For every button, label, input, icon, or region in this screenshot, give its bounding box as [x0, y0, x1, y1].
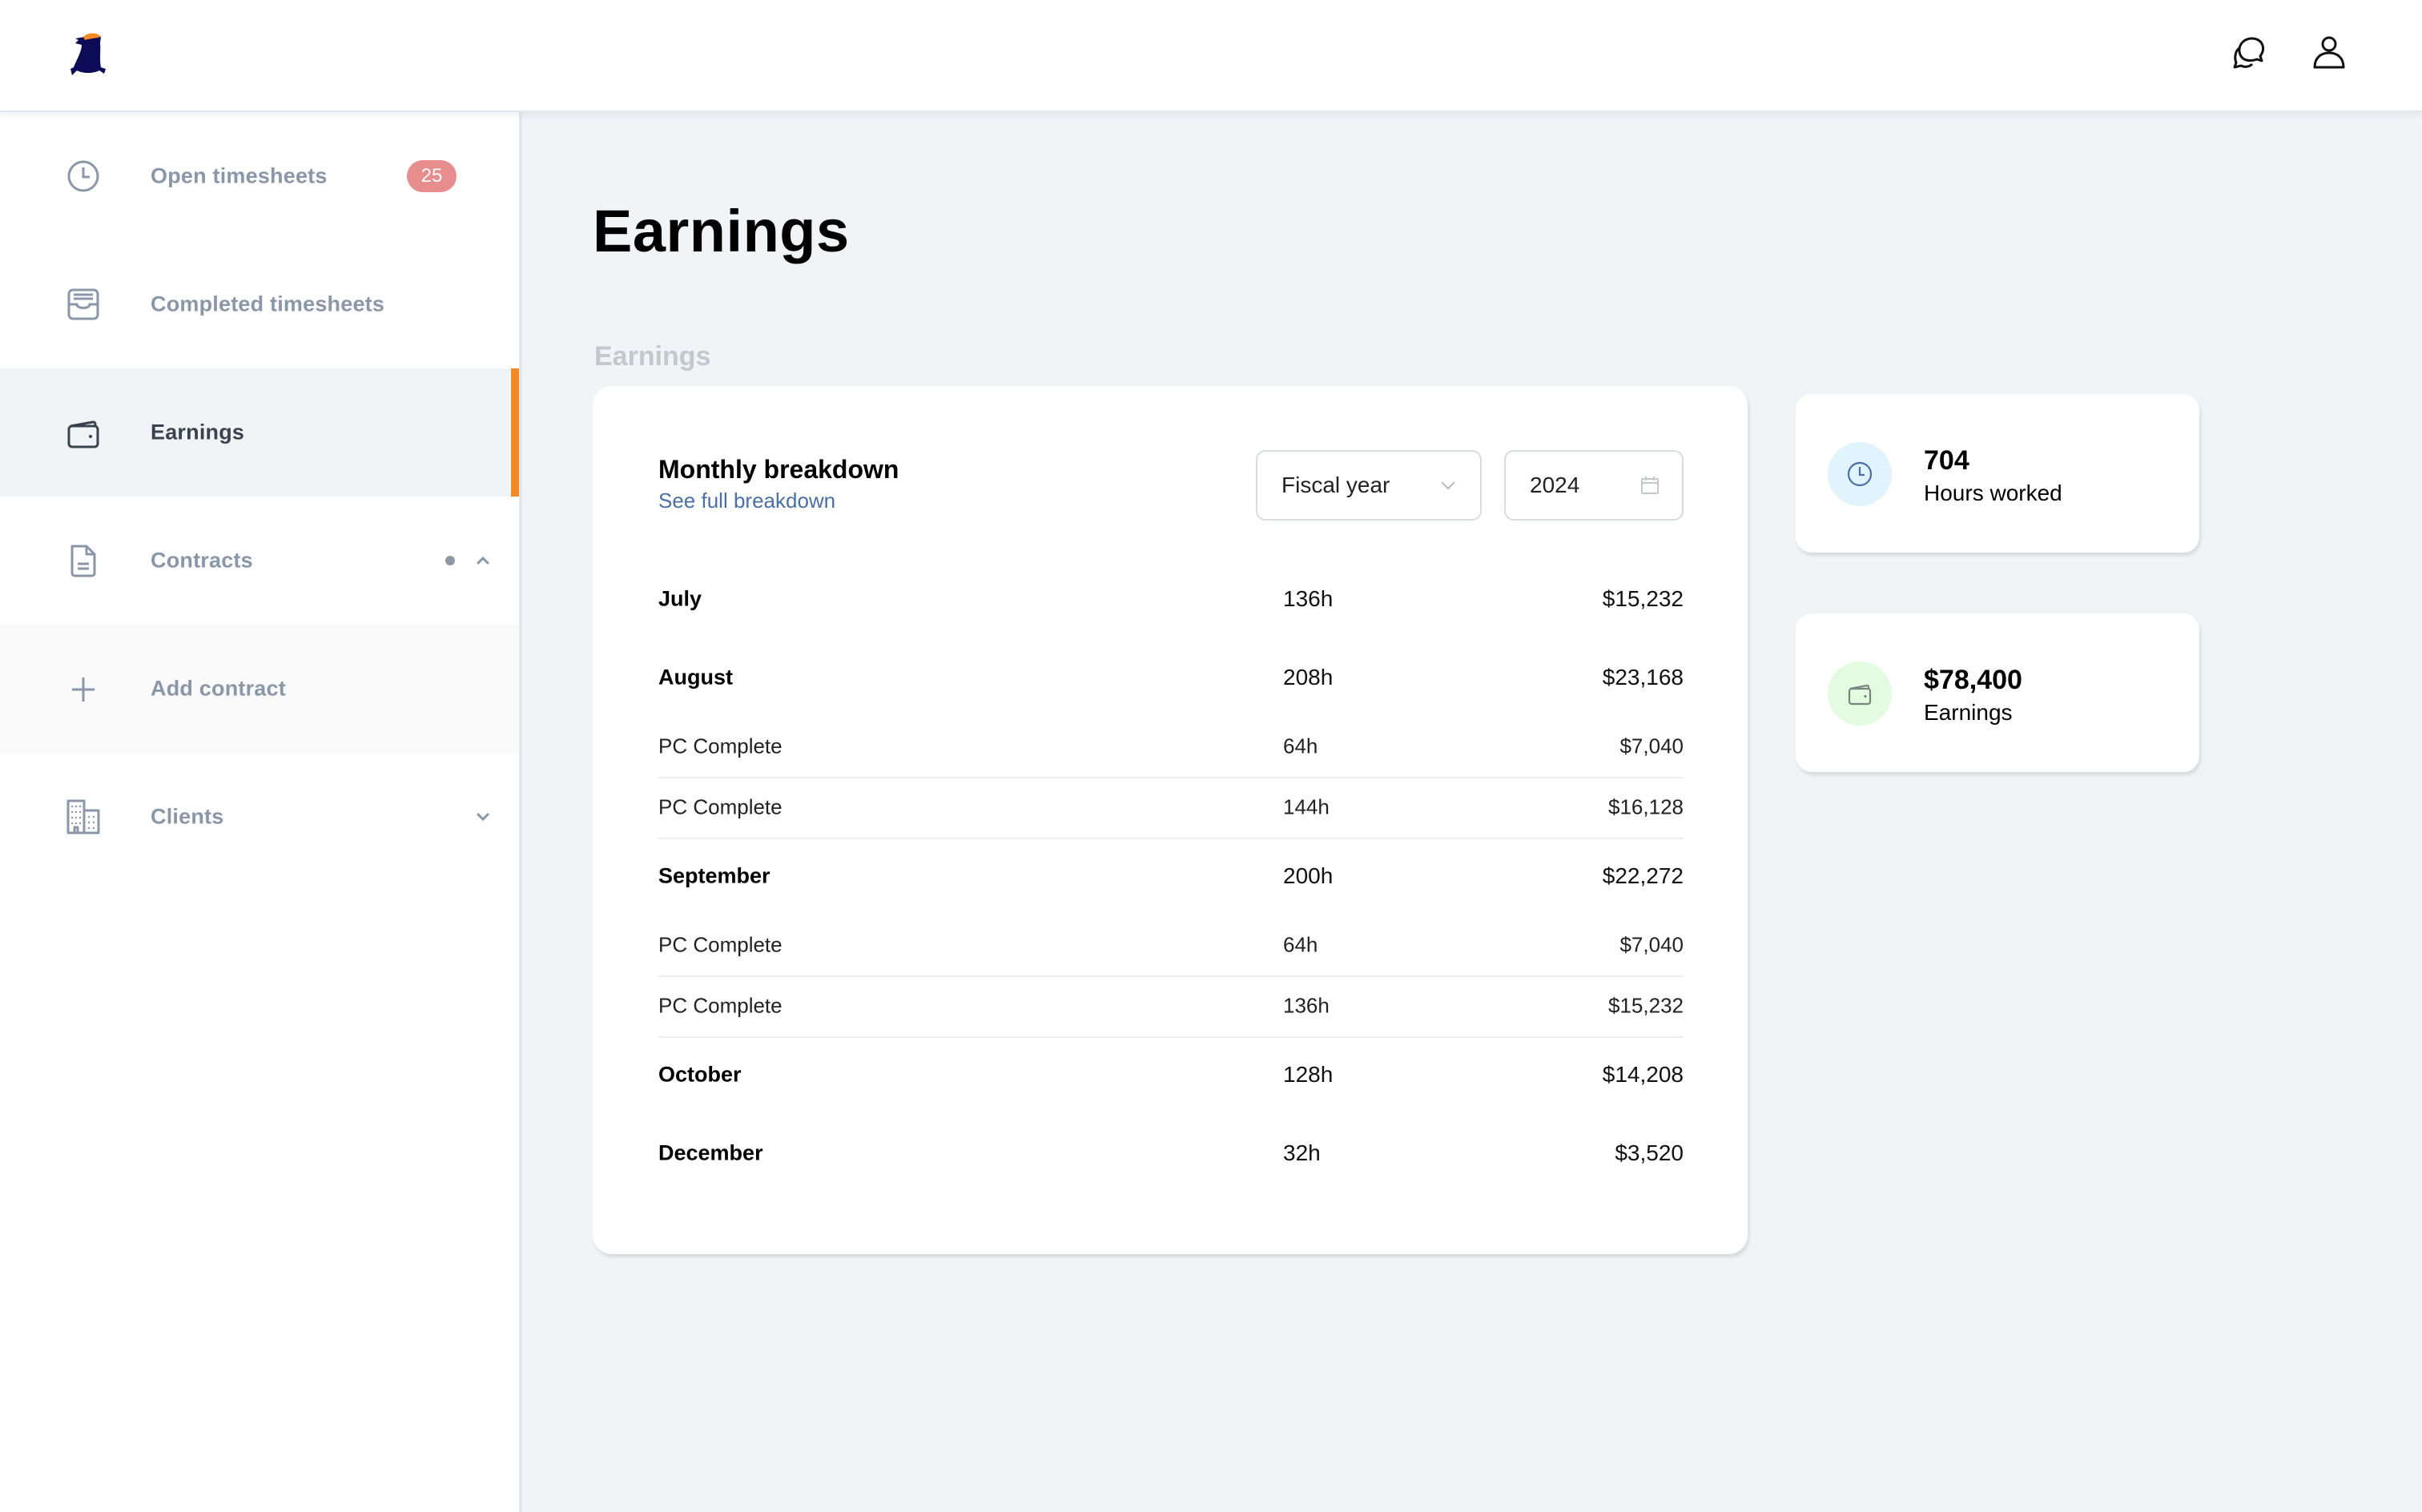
row-hours: 64h — [1283, 734, 1318, 758]
row-amount: $22,272 — [1602, 863, 1684, 888]
earnings-label: Earnings — [1924, 700, 2013, 725]
sidebar-item-label: Earnings — [151, 420, 245, 444]
clock-icon — [67, 160, 99, 192]
row-hours: 136h — [1283, 993, 1330, 1018]
user-icon[interactable] — [2307, 30, 2352, 75]
year-input[interactable]: 2024 — [1504, 450, 1684, 521]
wallet-icon — [1848, 684, 1872, 706]
contract-row: PC Complete 64h $7,040 — [658, 921, 1684, 969]
row-divider — [658, 838, 1684, 839]
chevron-up-icon[interactable] — [473, 550, 493, 571]
card-title: Monthly breakdown — [658, 455, 899, 484]
monthly-breakdown-card: Monthly breakdown See full breakdown Fis… — [593, 386, 1748, 1254]
hours-icon-circle — [1828, 442, 1892, 506]
row-amount: $23,168 — [1602, 665, 1684, 690]
status-dot — [445, 556, 455, 565]
see-full-breakdown-link[interactable]: See full breakdown — [658, 489, 835, 513]
sidebar-item-contracts[interactable]: Contracts — [0, 497, 519, 625]
wallet-icon — [67, 420, 99, 448]
active-indicator — [511, 368, 519, 497]
contract-row: PC Complete 64h $7,040 — [658, 722, 1684, 770]
sidebar-item-label: Add contract — [151, 676, 286, 701]
sidebar: Open timesheets 25 Completed timesheets … — [0, 112, 522, 1512]
row-name: July — [658, 586, 702, 611]
row-hours: 32h — [1283, 1140, 1321, 1165]
chat-icon[interactable] — [2227, 30, 2271, 75]
row-amount: $7,040 — [1619, 734, 1684, 758]
building-icon — [66, 799, 100, 834]
month-row: August 208h $23,168 — [658, 653, 1684, 702]
row-name: PC Complete — [658, 794, 783, 819]
row-divider — [658, 1036, 1684, 1038]
month-row: September 200h $22,272 — [658, 852, 1684, 900]
chevron-down-icon[interactable] — [473, 806, 493, 827]
document-icon — [70, 545, 96, 577]
month-row: July 136h $15,232 — [658, 575, 1684, 623]
period-select[interactable]: Fiscal year — [1256, 450, 1482, 521]
row-hours: 208h — [1283, 665, 1334, 690]
row-amount: $15,232 — [1608, 993, 1684, 1018]
sidebar-item-label: Completed timesheets — [151, 292, 385, 316]
sidebar-item-earnings[interactable]: Earnings — [0, 368, 519, 497]
period-select-value: Fiscal year — [1281, 472, 1390, 497]
sidebar-item-add-contract[interactable]: Add contract — [0, 625, 519, 753]
row-divider — [658, 777, 1684, 778]
row-amount: $14,208 — [1602, 1062, 1684, 1087]
row-hours: 200h — [1283, 863, 1334, 888]
row-amount: $16,128 — [1608, 794, 1684, 819]
chevron-down-icon — [1441, 481, 1455, 490]
sidebar-item-clients[interactable]: Clients — [0, 753, 519, 881]
top-bar — [0, 0, 2422, 112]
clock-icon — [1847, 461, 1873, 487]
sidebar-item-completed-timesheets[interactable]: Completed timesheets — [0, 240, 519, 368]
month-row: December 32h $3,520 — [658, 1129, 1684, 1177]
page-title: Earnings — [593, 198, 850, 264]
sidebar-item-label: Clients — [151, 804, 224, 829]
row-divider — [658, 975, 1684, 977]
row-name: PC Complete — [658, 932, 783, 957]
plus-icon — [72, 678, 95, 702]
sidebar-item-open-timesheets[interactable]: Open timesheets 25 — [0, 112, 519, 240]
hours-worked-label: Hours worked — [1924, 481, 2062, 505]
row-hours: 144h — [1283, 794, 1330, 819]
calendar-icon[interactable] — [1639, 474, 1661, 497]
contract-row: PC Complete 136h $15,232 — [658, 982, 1684, 1030]
row-amount: $3,520 — [1615, 1140, 1684, 1165]
inbox-icon — [67, 288, 99, 320]
month-row: October 128h $14,208 — [658, 1051, 1684, 1099]
sidebar-item-label: Open timesheets — [151, 163, 328, 188]
row-name: October — [658, 1062, 742, 1087]
sidebar-item-label: Contracts — [151, 548, 253, 573]
row-hours: 128h — [1283, 1062, 1334, 1087]
count-badge: 25 — [407, 160, 457, 192]
row-amount: $7,040 — [1619, 932, 1684, 957]
hours-worked-value: 704 — [1924, 445, 1969, 476]
earnings-card: $78,400 Earnings — [1796, 613, 2199, 772]
earnings-value: $78,400 — [1924, 665, 2022, 695]
row-name: PC Complete — [658, 734, 783, 758]
row-name: December — [658, 1140, 763, 1165]
mascot-logo[interactable] — [61, 27, 115, 78]
row-hours: 136h — [1283, 586, 1334, 611]
hours-worked-card: 704 Hours worked — [1796, 394, 2199, 553]
year-input-value: 2024 — [1530, 472, 1580, 497]
row-name: August — [658, 665, 733, 690]
contract-row: PC Complete 144h $16,128 — [658, 783, 1684, 831]
row-amount: $15,232 — [1602, 586, 1684, 611]
row-name: PC Complete — [658, 993, 783, 1018]
section-label: Earnings — [594, 341, 711, 372]
row-name: September — [658, 863, 770, 888]
row-hours: 64h — [1283, 932, 1318, 957]
earnings-icon-circle — [1828, 662, 1892, 726]
